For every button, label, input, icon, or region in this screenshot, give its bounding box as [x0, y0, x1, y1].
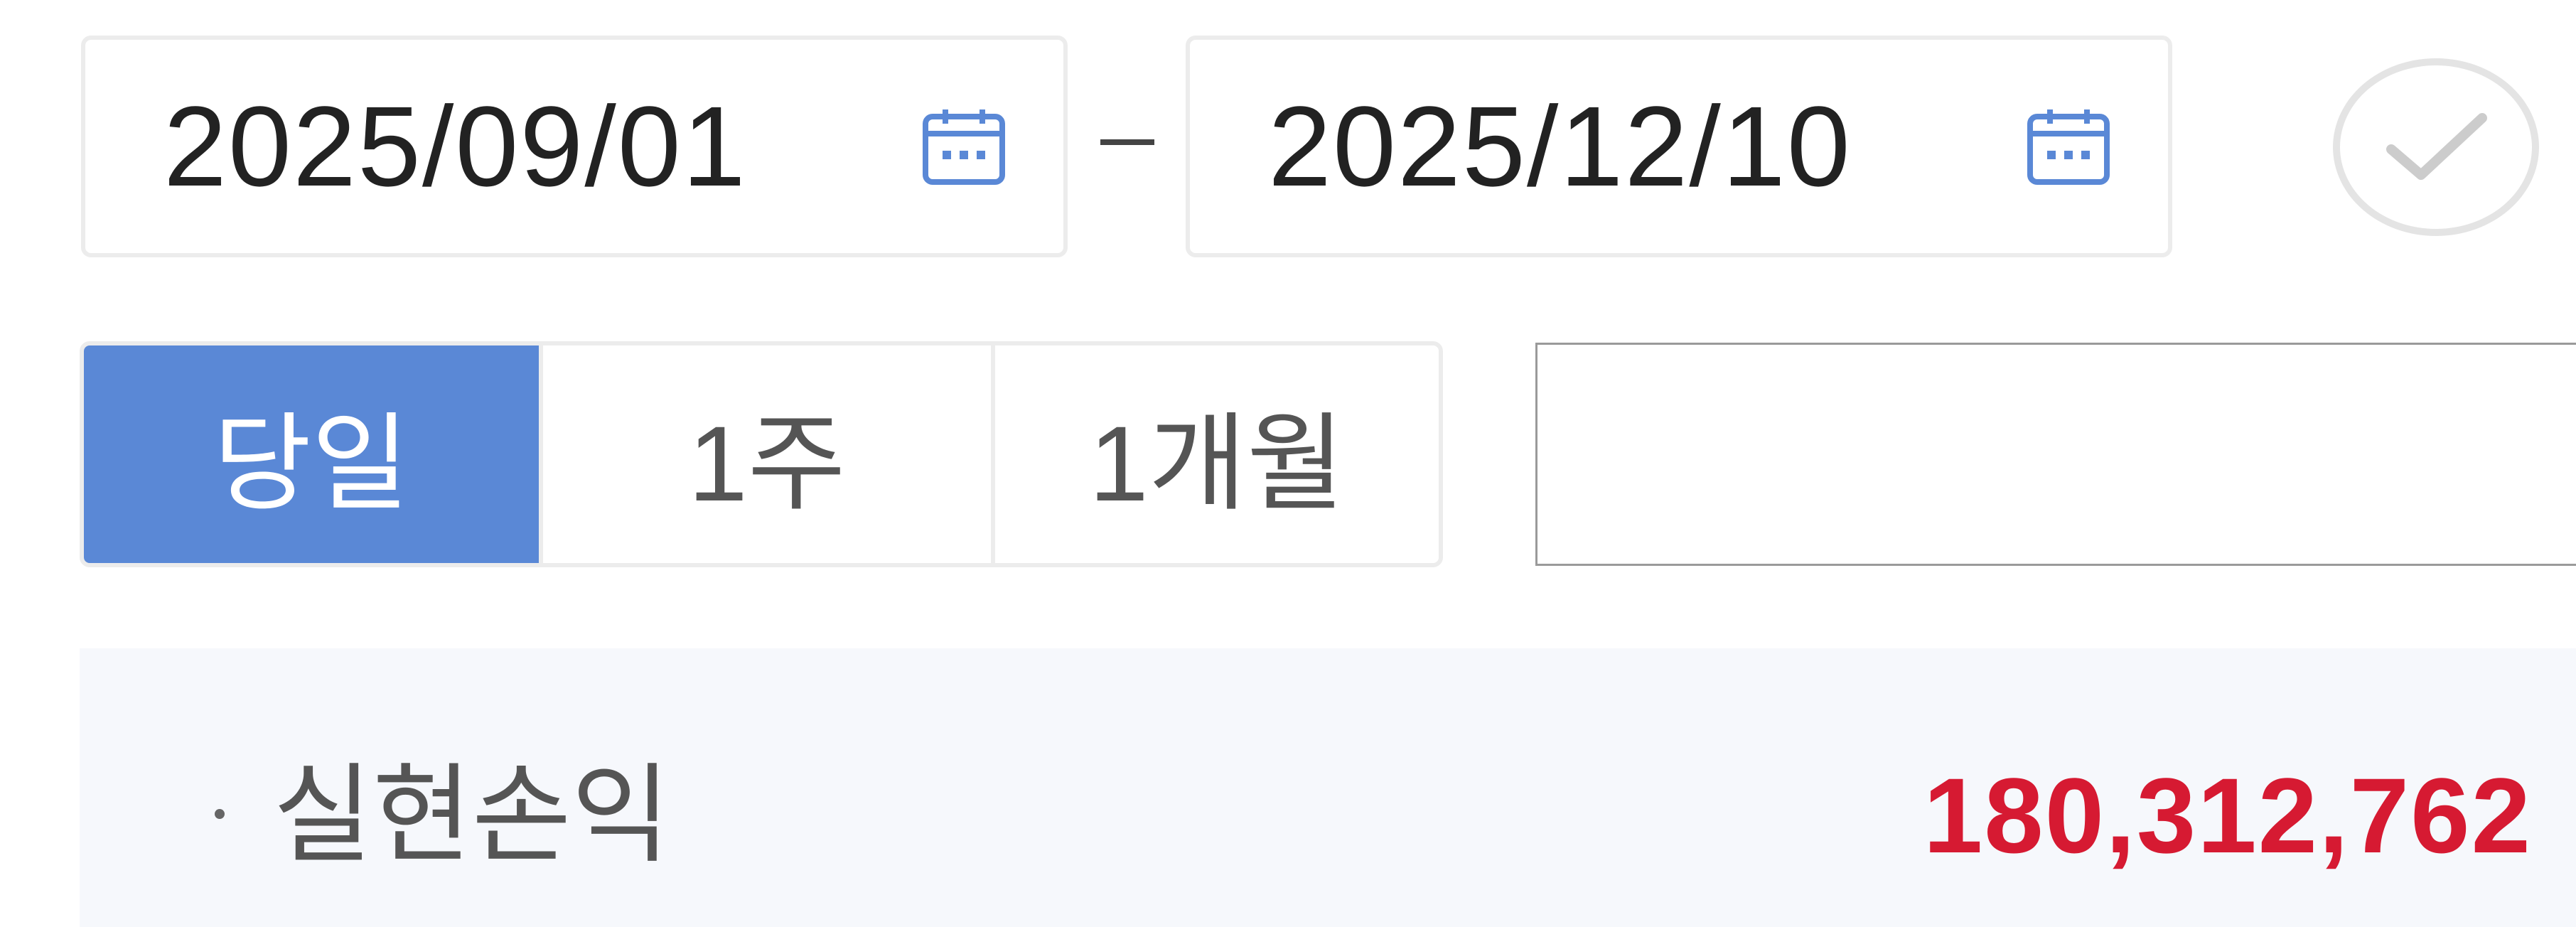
end-date-field[interactable]: 2025/12/10 [1186, 36, 2172, 257]
confirm-button[interactable] [2333, 58, 2539, 236]
period-selector: 당일 1주 1개월 [80, 341, 1443, 567]
period-today-button[interactable]: 당일 [84, 345, 539, 563]
start-date-value: 2025/09/01 [163, 82, 747, 210]
realized-pnl-value: 180,312,762 [1923, 756, 2532, 875]
date-range-separator [1100, 139, 1154, 145]
start-date-field[interactable]: 2025/09/01 [81, 36, 1068, 257]
period-1week-button[interactable]: 1주 [539, 345, 991, 563]
bullet-icon [215, 809, 225, 819]
calendar-icon[interactable] [2026, 107, 2111, 186]
calendar-icon[interactable] [921, 107, 1007, 186]
check-icon [2386, 113, 2487, 180]
end-date-value: 2025/12/10 [1268, 82, 1852, 210]
summary-panel: 실현손익 180,312,762 [80, 648, 2576, 927]
filter-input[interactable] [1535, 343, 2576, 566]
period-1month-button[interactable]: 1개월 [991, 345, 1439, 563]
realized-pnl-label: 실현손익 [273, 755, 671, 876]
